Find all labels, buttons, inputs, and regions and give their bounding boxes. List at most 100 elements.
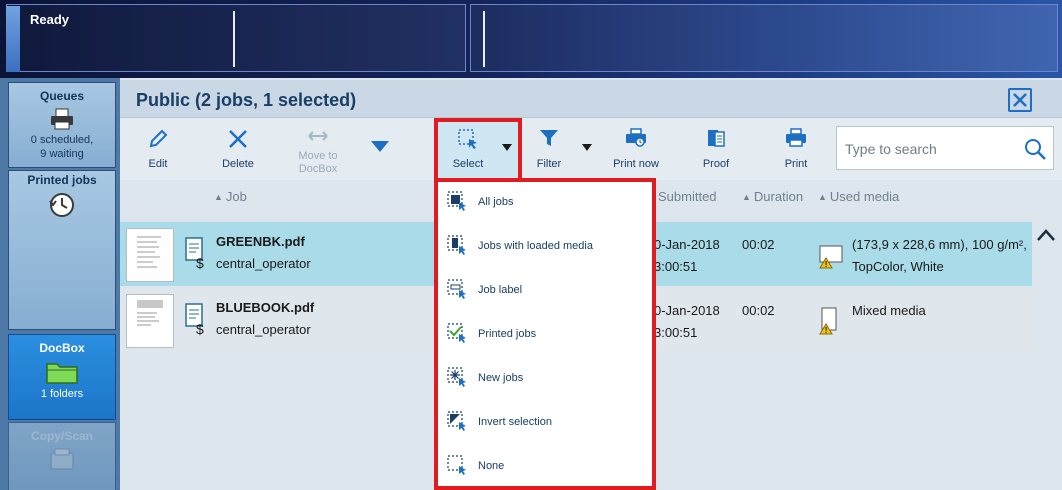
search-icon[interactable]: [1023, 137, 1047, 161]
status-divider: [233, 11, 235, 67]
close-icon: [1013, 93, 1027, 107]
page-title: Public (2 jobs, 1 selected): [136, 90, 357, 110]
nav-docbox-title: DocBox: [39, 341, 85, 355]
print-now-icon: [626, 128, 646, 147]
delete-button[interactable]: Delete: [208, 118, 268, 180]
submitted-date: 0-Jan-2018: [654, 237, 720, 252]
pencil-icon: [149, 129, 168, 148]
select-all-icon: [447, 191, 466, 211]
history-clock-icon: [49, 193, 74, 217]
scroll-up-chevron-icon[interactable]: [1036, 228, 1056, 242]
select-new-icon: [447, 367, 466, 387]
folder-icon: [46, 363, 78, 384]
search-input[interactable]: [845, 139, 1015, 159]
menu-item-printed-jobs[interactable]: Printed jobs: [446, 318, 646, 346]
menu-item-new-jobs[interactable]: New jobs: [446, 362, 646, 390]
filter-button[interactable]: Filter: [526, 118, 572, 180]
job-owner: central_operator: [216, 256, 311, 271]
edit-button[interactable]: Edit: [128, 118, 188, 180]
status-text: Ready: [30, 12, 70, 27]
pdf-billing-icon: $: [185, 237, 204, 270]
column-header-duration[interactable]: ▲︎ Duration: [742, 189, 803, 204]
funnel-icon: [540, 130, 558, 146]
submitted-time: 3:00:51: [654, 325, 698, 340]
move-arrows-icon: [308, 131, 328, 141]
media-warning-icon: !: [819, 245, 843, 269]
nav-printed-jobs[interactable]: Printed jobs: [8, 170, 116, 330]
delete-x-icon: [229, 130, 247, 148]
menu-label: New jobs: [478, 372, 524, 384]
job-thumbnail: [126, 228, 174, 282]
info-divider: [483, 11, 485, 67]
more-actions-dropdown[interactable]: [364, 118, 396, 180]
svg-text:$: $: [196, 321, 204, 336]
filter-dropdown-arrow-icon: [582, 144, 592, 151]
close-button[interactable]: [1008, 88, 1032, 112]
select-loaded-media-icon: [447, 235, 466, 255]
pdf-billing-icon: $: [185, 303, 204, 336]
menu-item-invert-selection[interactable]: Invert selection: [446, 406, 646, 434]
menu-label: None: [478, 460, 505, 472]
proof-label: Proof: [702, 158, 730, 170]
menu-item-none[interactable]: None: [446, 450, 646, 478]
nav-queues[interactable]: Queues 0 scheduled, 9 waiting: [8, 82, 116, 168]
menu-label: All jobs: [478, 196, 514, 208]
status-accent: [6, 6, 20, 72]
select-none-icon: [447, 455, 466, 475]
submitted-date: 0-Jan-2018: [654, 303, 720, 318]
nav-printed-title: Printed jobs: [27, 173, 97, 187]
svg-text:!: !: [825, 326, 828, 335]
column-header-submitted[interactable]: Submitted: [658, 189, 717, 204]
left-navigation: Queues 0 scheduled, 9 waiting Printed jo…: [0, 78, 120, 490]
nav-docbox-folders: 1 folders: [40, 388, 84, 400]
delete-label: Delete: [222, 158, 254, 170]
print-now-button[interactable]: Print now: [606, 118, 666, 180]
print-button[interactable]: Print: [766, 118, 826, 180]
move-label-line1: Move to: [298, 150, 338, 162]
submitted-time: 3:00:51: [654, 259, 698, 274]
column-header-job[interactable]: ▲︎ Job: [214, 189, 247, 204]
nav-queues-title: Queues: [39, 89, 84, 103]
move-to-docbox-button[interactable]: Move to DocBox: [286, 118, 350, 180]
job-name: GREENBK.pdf: [216, 234, 305, 249]
nav-queues-waiting: 9 waiting: [40, 148, 84, 160]
menu-item-job-label[interactable]: Job label: [446, 274, 646, 302]
triangle-down-icon: [371, 141, 389, 152]
column-job-label: Job: [225, 189, 247, 204]
sort-icon: ▲︎: [818, 192, 827, 202]
printer-icon: [786, 128, 806, 147]
used-media-line2: TopColor, White: [852, 259, 944, 274]
nav-queues-scheduled: 0 scheduled,: [30, 134, 94, 146]
info-panel: [470, 4, 1058, 72]
select-button-highlight: [434, 118, 522, 182]
sort-icon: ▲︎: [742, 192, 751, 202]
column-media-label: Used media: [829, 189, 900, 204]
proof-icon: [708, 130, 725, 147]
used-media-line1: Mixed media: [852, 303, 926, 318]
top-status-bar: Ready: [0, 0, 1062, 78]
menu-item-loaded-media[interactable]: Jobs with loaded media: [446, 230, 646, 258]
job-owner: central_operator: [216, 322, 311, 337]
edit-label: Edit: [148, 158, 168, 170]
print-label: Print: [784, 158, 808, 170]
proof-button[interactable]: Proof: [686, 118, 746, 180]
copier-icon: [50, 448, 74, 470]
job-name: BLUEBOOK.pdf: [216, 300, 315, 315]
column-header-used-media[interactable]: ▲︎ Used media: [818, 189, 899, 204]
used-media-line1: (173,9 x 228,6 mm), 100 g/m²,: [852, 237, 1027, 252]
invert-selection-icon: [447, 411, 466, 431]
menu-item-all-jobs[interactable]: All jobs: [446, 186, 646, 214]
filter-label: Filter: [536, 158, 562, 170]
select-dropdown-menu: All jobs Jobs with loaded media Job labe…: [434, 178, 656, 490]
nav-docbox[interactable]: DocBox 1 folders: [8, 334, 116, 420]
filter-dropdown-button[interactable]: [576, 118, 598, 180]
move-label-line2: DocBox: [298, 163, 338, 175]
svg-text:$: $: [196, 255, 204, 270]
document-preview-icon: [137, 300, 163, 326]
menu-label: Invert selection: [478, 416, 552, 428]
nav-copy-title: Copy/Scan: [30, 429, 93, 443]
job-thumbnail: [126, 294, 174, 348]
svg-text:!: !: [825, 260, 828, 269]
column-submitted-label: Submitted: [658, 189, 717, 204]
job-duration: 00:02: [742, 303, 775, 318]
